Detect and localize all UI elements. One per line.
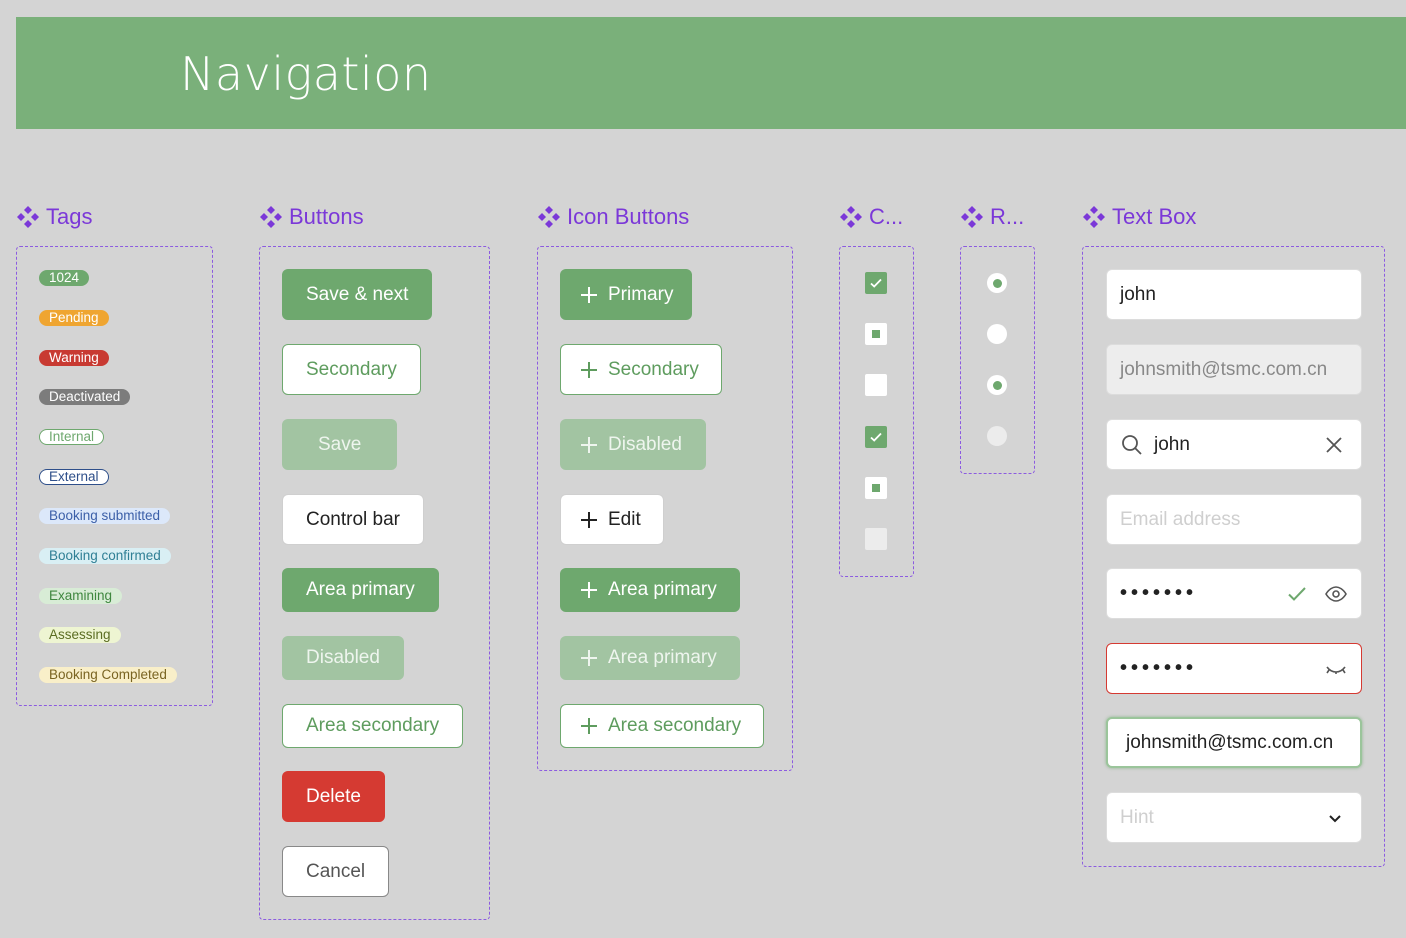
radio-selected-2[interactable] [987, 375, 1007, 395]
navigation-banner: Navigation [16, 17, 1406, 129]
control-bar-button[interactable]: Control bar [282, 494, 424, 545]
area-secondary-button[interactable]: Area secondary [282, 704, 464, 748]
disabled-email-input: johnsmith@tsmc.com.cn [1106, 344, 1362, 395]
page-title: Navigation [180, 47, 432, 101]
area-primary-icon-button[interactable]: Area primary [560, 568, 740, 612]
section-title-buttons: Buttons [259, 204, 364, 230]
radio-panel [960, 246, 1035, 474]
tag-external: External [39, 469, 109, 485]
hint-select[interactable]: Hint [1106, 792, 1362, 843]
section-title-tags: Tags [16, 204, 92, 230]
area-primary-button[interactable]: Area primary [282, 568, 439, 612]
component-diamond-icon [840, 206, 862, 228]
tag-booking-confirmed: Booking confirmed [39, 548, 171, 564]
primary-icon-button[interactable]: Primary [560, 269, 693, 320]
eye-icon[interactable] [1324, 582, 1348, 606]
save-button-disabled: Save [282, 419, 398, 470]
plus-icon [581, 718, 597, 734]
area-secondary-icon-button[interactable]: Area secondary [560, 704, 765, 748]
search-input[interactable]: john [1106, 419, 1362, 470]
checkbox-indeterminate-2[interactable] [865, 477, 887, 499]
tag-booking-submitted: Booking submitted [39, 508, 171, 524]
delete-button[interactable]: Delete [282, 771, 385, 822]
check-icon [1288, 586, 1306, 601]
icon-buttons-panel: Primary Secondary Disabled Edit Area pri… [537, 246, 793, 771]
component-diamond-icon [1083, 206, 1105, 228]
indeterminate-mark [872, 330, 880, 338]
tag-1024: 1024 [39, 270, 90, 286]
check-icon [870, 278, 882, 288]
tag-examining: Examining [39, 588, 123, 604]
component-diamond-icon [538, 206, 560, 228]
chevron-down-icon [1329, 814, 1341, 822]
plus-icon [581, 286, 597, 303]
search-icon [1122, 434, 1142, 455]
password-input-error[interactable]: ••••••• [1106, 643, 1362, 694]
plus-icon [581, 361, 597, 378]
plus-icon [581, 582, 597, 598]
email-address-input[interactable]: Email address [1106, 494, 1362, 545]
component-diamond-icon [961, 206, 983, 228]
plus-icon [581, 511, 597, 528]
component-diamond-icon [260, 206, 282, 228]
edit-icon-button[interactable]: Edit [560, 494, 664, 545]
tag-assessing: Assessing [39, 627, 121, 643]
checkbox-panel [839, 246, 914, 577]
text-box-panel: john johnsmith@tsmc.com.cn john Email ad… [1082, 246, 1385, 867]
plus-icon [581, 436, 597, 453]
secondary-icon-button[interactable]: Secondary [560, 344, 722, 395]
tag-deactivated: Deactivated [39, 389, 131, 405]
radio-dot [992, 380, 1002, 390]
radio-unselected[interactable] [987, 324, 1007, 344]
checkbox-indeterminate[interactable] [865, 323, 887, 345]
checkbox-checked[interactable] [865, 272, 887, 294]
checkbox-checked-2[interactable] [865, 426, 887, 448]
section-title-text-box: Text Box [1082, 204, 1196, 230]
password-input-valid[interactable]: ••••••• [1106, 568, 1362, 619]
plus-icon [581, 650, 597, 666]
eye-closed-icon[interactable] [1324, 657, 1348, 681]
cancel-button[interactable]: Cancel [282, 846, 390, 897]
tag-pending: Pending [39, 310, 109, 326]
save-next-button[interactable]: Save & next [282, 269, 433, 320]
checkbox-unchecked[interactable] [865, 374, 887, 396]
secondary-button[interactable]: Secondary [282, 344, 421, 395]
tag-internal: Internal [39, 429, 105, 445]
tag-booking-completed: Booking Completed [39, 667, 177, 683]
indeterminate-mark [872, 484, 880, 492]
section-title-checkbox: C... [839, 204, 903, 230]
component-diamond-icon [17, 206, 39, 228]
radio-disabled [987, 426, 1007, 446]
disabled-button: Disabled [282, 636, 404, 680]
name-input[interactable]: john [1106, 269, 1362, 320]
radio-selected[interactable] [987, 273, 1007, 293]
disabled-icon-button: Disabled [560, 419, 706, 470]
tags-panel: 1024 Pending Warning Deactivated Interna… [16, 246, 213, 706]
checkbox-disabled [865, 528, 887, 550]
section-title-icon-buttons: Icon Buttons [537, 204, 689, 230]
focused-email-input[interactable]: johnsmith@tsmc.com.cn [1106, 717, 1362, 768]
check-icon [870, 432, 882, 442]
radio-dot [992, 278, 1002, 288]
tag-warning: Warning [39, 350, 109, 366]
section-title-radio: R... [960, 204, 1024, 230]
area-primary-icon-button-disabled: Area primary [560, 636, 740, 680]
close-icon[interactable] [1324, 435, 1344, 455]
buttons-panel: Save & next Secondary Save Control bar A… [259, 246, 490, 920]
